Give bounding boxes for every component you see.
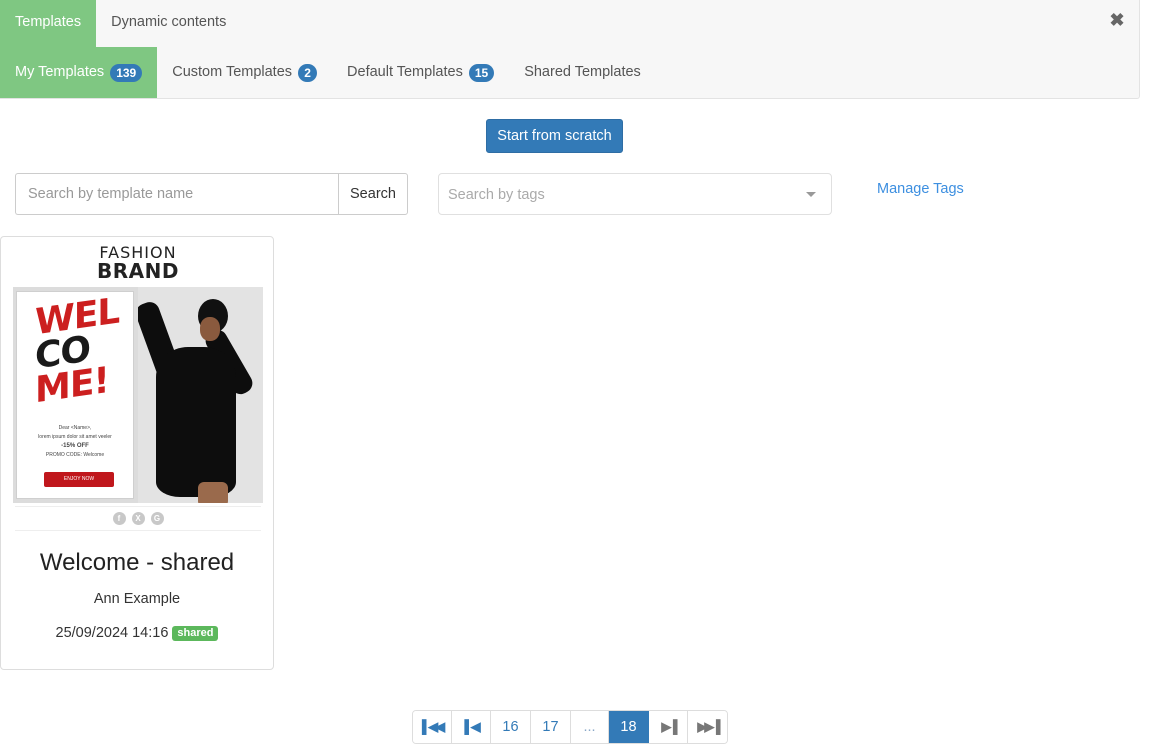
- hero-text-panel: WEL CO ME! Dear <Name>, lorem ipsum dolo…: [16, 290, 134, 499]
- photo-shape: [156, 347, 236, 497]
- search-button[interactable]: Search: [338, 173, 408, 215]
- sub-tabs: My Templates 139 Custom Templates 2 Defa…: [0, 47, 656, 98]
- tab-templates[interactable]: Templates: [0, 0, 97, 47]
- photo-shape: [200, 317, 220, 341]
- facebook-icon: f: [112, 512, 126, 525]
- promo-text: PROMO CODE: Welcome: [45, 452, 105, 458]
- next-page-button[interactable]: ▶▐: [649, 711, 688, 743]
- google-plus-icon: G: [150, 512, 164, 525]
- offer-text: -15% OFF: [61, 443, 89, 449]
- first-page-button[interactable]: ▌◀◀: [413, 711, 452, 743]
- last-page-button[interactable]: ▶▶▐: [688, 711, 727, 743]
- template-title: Welcome - shared: [39, 549, 235, 576]
- tab-shared-templates[interactable]: Shared Templates: [509, 47, 656, 98]
- tab-dynamic-contents[interactable]: Dynamic contents: [96, 0, 241, 47]
- x-icon: X: [131, 512, 145, 525]
- brand-line2: BRAND: [97, 259, 179, 283]
- page-button[interactable]: 17: [531, 711, 571, 743]
- model-photo: [138, 287, 263, 503]
- start-from-scratch-button[interactable]: Start from scratch: [486, 119, 623, 153]
- next-page-icon: ▶▐: [661, 719, 677, 734]
- manage-tags-link[interactable]: Manage Tags: [877, 181, 964, 197]
- greeting-text: Dear <Name>,: [58, 425, 92, 431]
- hero-copy: Dear <Name>, lorem ipsum dolor sit amet …: [17, 424, 133, 460]
- template-date: 25/09/2024 14:16: [55, 625, 169, 641]
- tab-default-templates[interactable]: Default Templates 15: [332, 47, 509, 98]
- body-text: lorem ipsum dolor sit amet veeler: [38, 434, 112, 440]
- tab-label: Custom Templates: [172, 64, 293, 80]
- template-card[interactable]: FASHION BRAND WEL CO ME! Dear <Name>, lo…: [0, 236, 274, 670]
- first-page-icon: ▌◀◀: [421, 719, 445, 734]
- template-name-search-input[interactable]: [15, 173, 338, 215]
- shared-badge: shared: [172, 625, 219, 641]
- prev-page-button[interactable]: ▌◀: [452, 711, 491, 743]
- prev-page-icon: ▌◀: [464, 719, 480, 734]
- tab-my-templates[interactable]: My Templates 139: [0, 47, 158, 98]
- tab-label: Default Templates: [347, 64, 463, 80]
- hero-image: WEL CO ME! Dear <Name>, lorem ipsum dolo…: [13, 287, 263, 503]
- caret-down-icon: [806, 192, 816, 197]
- welcome-headline: WEL CO ME!: [35, 290, 125, 412]
- template-header: Templates Dynamic contents My Templates …: [0, 0, 1140, 99]
- social-icons: f X G: [15, 506, 261, 531]
- tab-label: Shared Templates: [524, 64, 641, 80]
- page-button-current[interactable]: 18: [609, 711, 649, 743]
- tab-custom-templates[interactable]: Custom Templates 2: [157, 47, 332, 98]
- template-meta: 25/09/2024 14:16 shared: [1, 625, 273, 641]
- tags-search-select[interactable]: Search by tags: [438, 173, 832, 215]
- count-badge: 139: [110, 63, 143, 82]
- brand-logo: FASHION BRAND: [13, 245, 263, 283]
- main-tabs: Templates Dynamic contents: [0, 0, 241, 47]
- enjoy-now-cta: ENJOY NOW: [44, 472, 114, 487]
- last-page-icon: ▶▶▐: [697, 719, 720, 734]
- tab-label: My Templates: [15, 64, 105, 80]
- template-search: Search: [15, 173, 408, 215]
- page-button[interactable]: 16: [491, 711, 531, 743]
- count-badge: 2: [298, 63, 318, 82]
- template-author: Ann Example: [93, 591, 181, 607]
- headline-part: ME!: [35, 359, 109, 412]
- close-icon[interactable]: ✖: [1108, 10, 1126, 30]
- template-thumbnail[interactable]: FASHION BRAND WEL CO ME! Dear <Name>, lo…: [13, 242, 263, 532]
- photo-shape: [198, 482, 228, 503]
- tags-placeholder: Search by tags: [448, 187, 545, 203]
- page-ellipsis: ...: [571, 711, 609, 743]
- pagination: ▌◀◀ ▌◀ 16 17 ... 18 ▶▐ ▶▶▐: [412, 710, 728, 744]
- count-badge: 15: [468, 63, 495, 82]
